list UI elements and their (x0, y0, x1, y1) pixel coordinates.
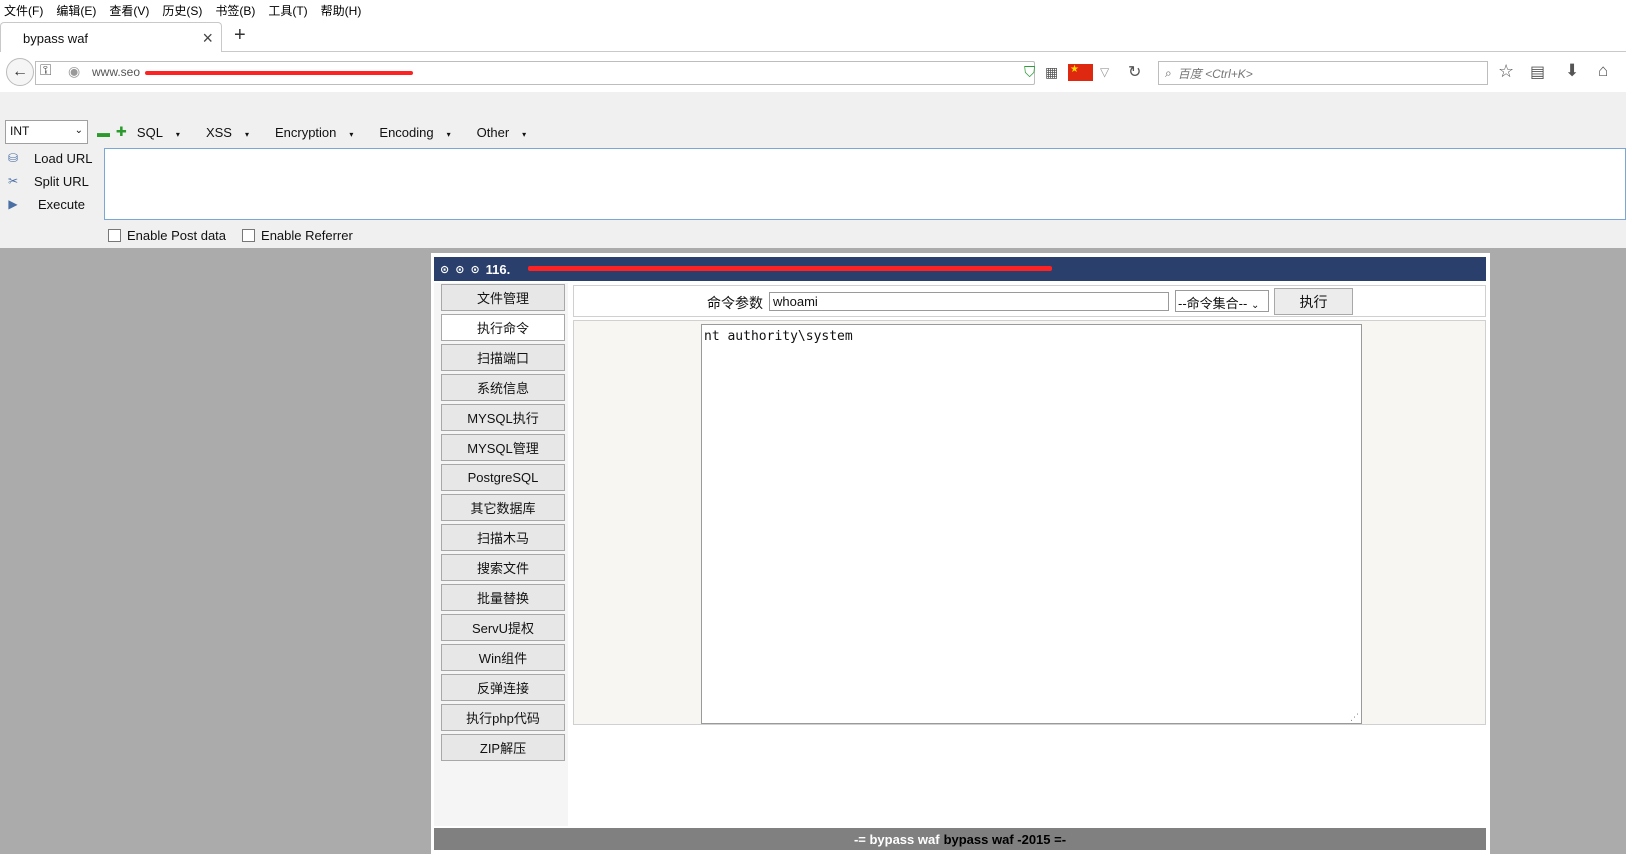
resize-grip-icon[interactable]: ⋰ (1350, 712, 1359, 723)
split-url-label: Split URL (34, 173, 89, 189)
tab-title: bypass waf (23, 30, 89, 46)
menu-tools[interactable]: 工具(T) (268, 2, 307, 19)
back-arrow-icon[interactable]: ← (6, 58, 34, 86)
reload-icon[interactable]: ↻ (1128, 62, 1141, 82)
circle-icon: ⊙ (440, 263, 450, 276)
nav-other-db[interactable]: 其它数据库 (441, 494, 565, 521)
close-tab-icon[interactable]: × (202, 28, 213, 49)
load-url-icon: ⛁ (7, 151, 19, 165)
command-set-value: --命令集合-- (1178, 296, 1248, 311)
enable-post-label: Enable Post data (127, 228, 227, 243)
menu-sql-label: SQL (136, 124, 163, 140)
dropdown-arrow-icon[interactable]: ▽ (1100, 65, 1109, 79)
nav-postgresql[interactable]: PostgreSQL (441, 464, 565, 491)
nav-system-info[interactable]: 系统信息 (441, 374, 565, 401)
nav-scan-trojan[interactable]: 扫描木马 (441, 524, 565, 551)
enable-referrer-checkbox[interactable] (242, 229, 256, 242)
type-select-value: INT (10, 124, 30, 138)
globe-icon[interactable]: ◉ (68, 63, 80, 80)
shell-title: 116. (485, 261, 511, 277)
split-url-icon: ✂ (7, 174, 19, 188)
load-url-button[interactable]: ⛁ Load URL (0, 147, 100, 169)
nav-exec-php[interactable]: 执行php代码 (441, 704, 565, 731)
search-icon: ⌕ (1165, 65, 1172, 80)
decrease-icon[interactable]: ▬ (97, 125, 110, 140)
home-icon[interactable]: ⌂ (1598, 61, 1608, 81)
menu-encryption-label: Encryption (274, 124, 337, 140)
command-set-select[interactable]: --命令集合-- ⌄ (1175, 290, 1269, 312)
nav-file-manager[interactable]: 文件管理 (441, 284, 565, 311)
menu-encoding[interactable]: Encoding ▾ (379, 125, 463, 140)
split-url-button[interactable]: ✂ Split URL (0, 170, 100, 192)
menu-encryption[interactable]: Encryption ▾ (275, 125, 366, 140)
nav-exec-command[interactable]: 执行命令 (441, 314, 565, 341)
menu-edit[interactable]: 编辑(E) (56, 2, 96, 19)
nav-batch-replace[interactable]: 批量替换 (441, 584, 565, 611)
search-placeholder: 百度 <Ctrl+K> (1177, 66, 1253, 81)
menu-other[interactable]: Other ▾ (477, 125, 540, 140)
nav-win-components[interactable]: Win组件 (441, 644, 565, 671)
china-flag-icon[interactable]: ★ (1068, 64, 1093, 81)
download-icon[interactable]: ⬇ (1565, 61, 1579, 81)
menu-file[interactable]: 文件(F) (4, 2, 43, 19)
star-bookmark-icon[interactable]: ☆ (1498, 61, 1514, 82)
menu-history[interactable]: 历史(S) (162, 2, 202, 19)
nav-mysql-manage[interactable]: MYSQL管理 (441, 434, 565, 461)
hackbar-options: Enable Post data Enable Referrer (108, 228, 353, 243)
reading-list-icon[interactable]: ▤ (1530, 62, 1545, 82)
shell-footer: -= bypass waf bypass waf -2015 =- (434, 828, 1486, 850)
browser-tab[interactable]: bypass waf × (0, 22, 222, 53)
footer-prefix: -= bypass waf (853, 831, 940, 847)
hackbar-menu: ▬ ✚ SQL ▾ XSS ▾ Encryption ▾ Encoding ▾ Othe… (97, 124, 552, 140)
menu-xss-label: XSS (205, 124, 232, 140)
shield-icon[interactable]: ⛉ (1024, 64, 1035, 81)
chevron-down-icon: ⌄ (74, 125, 83, 136)
menu-view[interactable]: 查看(V) (109, 2, 149, 19)
nav-zip-extract[interactable]: ZIP解压 (441, 734, 565, 761)
execute-icon: ▶ (8, 197, 18, 211)
enable-post-checkbox[interactable] (108, 229, 121, 242)
nav-mysql-exec[interactable]: MYSQL执行 (441, 404, 565, 431)
menubar: 文件(F) 编辑(E) 查看(V) 历史(S) 书签(B) 工具(T) 帮助(H… (0, 0, 1626, 20)
enable-referrer-label: Enable Referrer (261, 228, 353, 243)
url-text[interactable]: www.seo (92, 65, 140, 79)
nav-servu[interactable]: ServU提权 (441, 614, 565, 641)
menu-xss[interactable]: XSS ▾ (206, 125, 262, 140)
nav-port-scan[interactable]: 扫描端口 (441, 344, 565, 371)
command-input[interactable]: whoami (769, 292, 1169, 311)
increase-icon[interactable]: ✚ (116, 124, 127, 140)
menu-sql[interactable]: SQL ▾ (137, 125, 193, 140)
menu-encoding-label: Encoding (379, 124, 434, 140)
nav-search-files[interactable]: 搜索文件 (441, 554, 565, 581)
circle-icon: ⊙ (470, 263, 480, 276)
type-select[interactable]: INT ⌄ (5, 120, 88, 144)
load-url-label: Load URL (34, 150, 93, 166)
execute-button[interactable]: ▶ Execute (0, 193, 100, 215)
execute-label: Execute (38, 196, 85, 212)
chevron-down-icon: ⌄ (1250, 300, 1260, 311)
circle-icon: ⊙ (455, 263, 465, 276)
key-icon[interactable]: ⚿ (40, 62, 51, 79)
redaction-mark (528, 266, 1052, 271)
menu-bookmarks[interactable]: 书签(B) (215, 2, 255, 19)
qr-code-icon[interactable]: ▦ (1045, 64, 1058, 81)
command-output[interactable]: nt authority\system (701, 324, 1362, 724)
menu-help[interactable]: 帮助(H) (321, 2, 362, 19)
new-tab-icon[interactable]: + (234, 24, 246, 47)
hackbar-url-textarea[interactable] (104, 148, 1626, 220)
command-label: 命令参数 (707, 295, 763, 311)
redaction-mark (145, 71, 413, 75)
execute-command-button[interactable]: 执行 (1274, 288, 1353, 315)
menu-other-label: Other (476, 124, 510, 140)
footer-suffix: bypass waf -2015 =- (943, 831, 1067, 847)
nav-reverse-shell[interactable]: 反弹连接 (441, 674, 565, 701)
search-box[interactable]: ⌕ 百度 <Ctrl+K> (1158, 61, 1488, 85)
